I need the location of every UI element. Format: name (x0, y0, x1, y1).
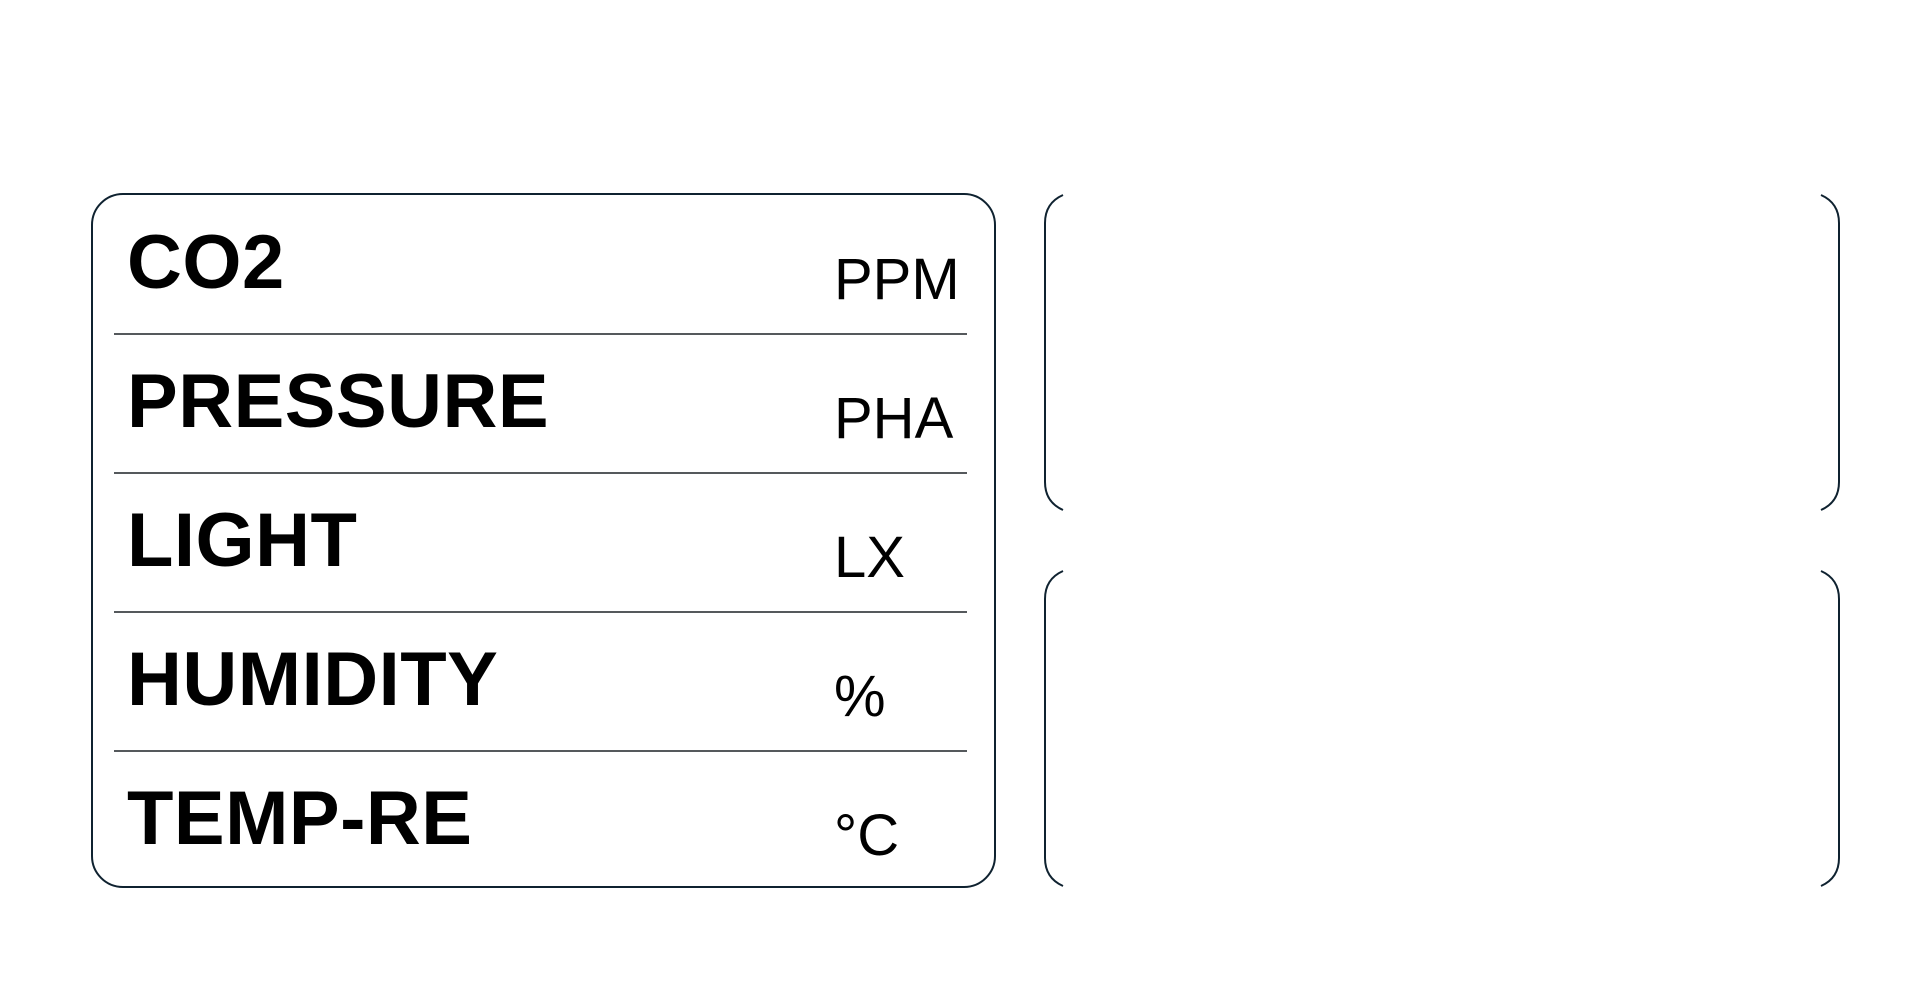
sensor-row-temperature: TEMP-RE °C (93, 751, 994, 890)
value-display-upper (1043, 193, 1841, 512)
sensor-unit-light: LX (834, 525, 905, 590)
sensor-label-temperature: TEMP-RE (127, 776, 473, 861)
sensor-label-humidity: HUMIDITY (127, 637, 499, 722)
sensor-row-light: LIGHT LX (93, 473, 994, 612)
sensor-row-pressure: PRESSURE PHA (93, 334, 994, 473)
sensor-unit-temperature: °C (834, 803, 900, 868)
sensor-unit-humidity: % (834, 664, 886, 729)
bracket-frame-shape (1044, 570, 1840, 887)
value-display-lower (1043, 569, 1841, 888)
sensor-unit-co2: PPM (834, 247, 960, 312)
sensor-row-humidity: HUMIDITY % (93, 612, 994, 751)
sensor-label-light: LIGHT (127, 498, 358, 583)
sensor-label-co2: CO2 (127, 220, 285, 305)
sensor-label-pressure: PRESSURE (127, 359, 550, 444)
sensor-panel: CO2 PPM PRESSURE PHA LIGHT LX HUMIDITY %… (91, 193, 996, 888)
sensor-row-co2: CO2 PPM (93, 195, 994, 334)
sensor-unit-pressure: PHA (834, 386, 954, 451)
bracket-frame-shape (1044, 194, 1840, 511)
